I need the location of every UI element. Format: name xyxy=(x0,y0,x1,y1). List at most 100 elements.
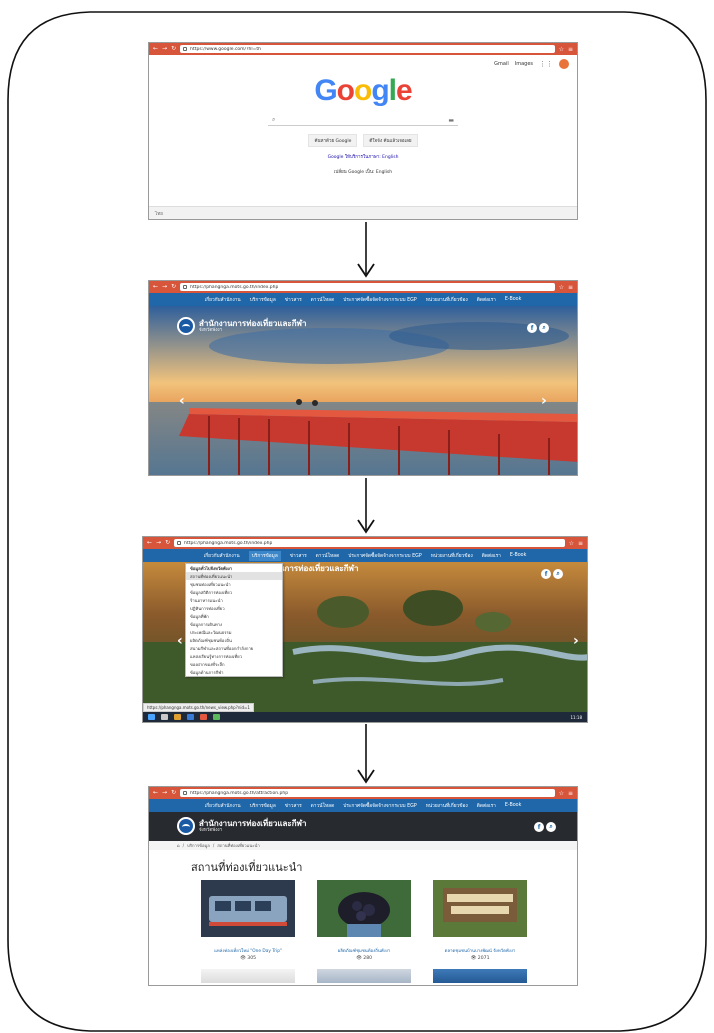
taskbar-app-icon[interactable] xyxy=(187,714,194,720)
nav-ebook[interactable]: E-Book xyxy=(505,297,522,302)
carousel-next-icon[interactable]: › xyxy=(573,633,579,649)
nav-news[interactable]: ข่าวสาร xyxy=(290,552,307,560)
start-icon[interactable] xyxy=(148,714,155,720)
forward-icon[interactable]: → xyxy=(156,537,161,549)
forward-icon[interactable]: → xyxy=(162,787,167,799)
nav-about[interactable]: เกี่ยวกับสำนักงาน xyxy=(205,296,241,304)
carousel-next-icon[interactable]: › xyxy=(541,393,547,409)
nav-contact[interactable]: ติดต่อเรา xyxy=(482,552,501,560)
reload-icon[interactable]: ↻ xyxy=(171,43,176,55)
taskbar-app-icon[interactable] xyxy=(174,714,181,720)
attraction-card[interactable]: ผลิตภัณฑ์ชุมชนท้องถิ่นพังงา 👁 280 xyxy=(317,880,411,961)
menu-icon[interactable]: ≡ xyxy=(568,46,573,53)
nav-agencies[interactable]: หน่วยงานที่เกี่ยวข้อง xyxy=(431,552,473,560)
nav-egp[interactable]: ประกาศจัดซื้อจัดจ้างจากระบบ EGP xyxy=(343,296,417,304)
dropdown-item[interactable]: ผลิตภัณฑ์ชุมชนท้องถิ่น xyxy=(186,636,282,644)
attraction-card-thumbnail[interactable] xyxy=(317,969,411,983)
home-icon[interactable]: ⌂ xyxy=(177,843,180,848)
menu-icon[interactable]: ≡ xyxy=(578,540,583,547)
dropdown-item[interactable]: สนามกีฬาและสถานที่ออกกำลังกาย xyxy=(186,644,282,652)
forward-icon[interactable]: → xyxy=(162,281,167,293)
reload-icon[interactable]: ↻ xyxy=(165,537,170,549)
avatar[interactable] xyxy=(559,59,569,69)
nav-services[interactable]: บริการข้อมูล xyxy=(250,802,276,810)
dropdown-item[interactable]: ประเพณีและวัฒนธรรม xyxy=(186,628,282,636)
site-logo[interactable]: สำนักงานการท่องเที่ยวและกีฬา จังหวัดพังง… xyxy=(177,317,307,335)
nav-egp[interactable]: ประกาศจัดซื้อจัดจ้างจากระบบ EGP xyxy=(343,802,417,810)
nav-ebook[interactable]: E-Book xyxy=(505,803,522,808)
feeling-lucky-button[interactable]: ดีใจจัง ค้นแล้วเจอเลย xyxy=(363,134,418,147)
dropdown-item[interactable]: ชุมชนท่องเที่ยวแนะนำ xyxy=(186,580,282,588)
nav-services[interactable]: บริการข้อมูล xyxy=(248,550,281,561)
site-logo[interactable]: สำนักงานการท่องเที่ยวและกีฬา จังหวัดพังง… xyxy=(177,817,307,835)
address-bar[interactable]: https://phangnga.mots.go.th/index.php xyxy=(174,539,565,547)
back-icon[interactable]: ← xyxy=(147,537,152,549)
menu-icon[interactable]: ≡ xyxy=(568,284,573,291)
bookmark-star-icon[interactable]: ☆ xyxy=(559,284,564,291)
nav-news[interactable]: ข่าวสาร xyxy=(285,296,302,304)
search-icon[interactable]: ⌕ xyxy=(539,323,549,333)
facebook-icon[interactable]: f xyxy=(541,569,551,579)
nav-ebook[interactable]: E-Book xyxy=(510,553,527,558)
nav-agencies[interactable]: หน่วยงานที่เกี่ยวข้อง xyxy=(426,296,468,304)
address-bar[interactable]: https://phangnga.mots.go.th/index.php xyxy=(180,283,555,291)
bookmark-star-icon[interactable]: ☆ xyxy=(559,790,564,797)
address-bar[interactable]: https://phangnga.mots.go.th/attraction.p… xyxy=(180,789,555,797)
google-search-button[interactable]: ค้นหาด้วย Google xyxy=(308,134,358,147)
dropdown-item[interactable]: ปฏิทินการท่องเที่ยว xyxy=(186,604,282,612)
search-icon[interactable]: ⌕ xyxy=(546,822,556,832)
attraction-card[interactable]: แหล่งท่องเที่ยวใหม่ "One Day Trip" 👁 305 xyxy=(201,880,295,961)
menu-icon[interactable]: ≡ xyxy=(568,790,573,797)
nav-contact[interactable]: ติดต่อเรา xyxy=(477,296,496,304)
dropdown-item[interactable]: ข้อมูลสถิติการท่องเที่ยว xyxy=(186,588,282,596)
bookmark-star-icon[interactable]: ☆ xyxy=(559,46,564,53)
nav-downloads[interactable]: ดาวน์โหลด xyxy=(316,552,340,560)
carousel-prev-icon[interactable]: ‹ xyxy=(179,393,185,409)
facebook-icon[interactable]: f xyxy=(527,323,537,333)
reload-icon[interactable]: ↻ xyxy=(171,281,176,293)
nav-services[interactable]: บริการข้อมูล xyxy=(250,296,276,304)
dropdown-item[interactable]: ร้านอาหารแนะนำ xyxy=(186,596,282,604)
taskbar-app-icon[interactable] xyxy=(213,714,220,720)
back-icon[interactable]: ← xyxy=(153,787,158,799)
attraction-card[interactable]: ตลาดชุมชนบ้านบางพัฒน์ จังหวัดพังงา 👁 207… xyxy=(433,880,527,961)
keyboard-icon[interactable]: ▬ xyxy=(448,117,454,124)
card-caption[interactable]: แหล่งท่องเที่ยวใหม่ "One Day Trip" xyxy=(201,947,295,954)
dropdown-item[interactable]: แหล่งเรียนรู้ทางการท่องเที่ยว xyxy=(186,652,282,660)
dropdown-item[interactable]: ข้อมูลการเดินทาง xyxy=(186,620,282,628)
reload-icon[interactable]: ↻ xyxy=(171,787,176,799)
nav-agencies[interactable]: หน่วยงานที่เกี่ยวข้อง xyxy=(426,802,468,810)
carousel-prev-icon[interactable]: ‹ xyxy=(177,633,183,649)
nav-downloads[interactable]: ดาวน์โหลด xyxy=(311,802,335,810)
forward-icon[interactable]: → xyxy=(162,43,167,55)
card-caption[interactable]: ตลาดชุมชนบ้านบางพัฒน์ จังหวัดพังงา xyxy=(433,947,527,954)
address-bar[interactable]: https://www.google.com/?hl=th xyxy=(180,45,555,53)
breadcrumb-services[interactable]: บริการข้อมูล xyxy=(187,842,210,849)
nav-news[interactable]: ข่าวสาร xyxy=(285,802,302,810)
images-link[interactable]: Images xyxy=(515,61,533,67)
dropdown-item[interactable]: ของฝากของที่ระลึก xyxy=(186,660,282,668)
card-caption[interactable]: ผลิตภัณฑ์ชุมชนท้องถิ่นพังงา xyxy=(317,947,411,954)
facebook-icon[interactable]: f xyxy=(534,822,544,832)
back-icon[interactable]: ← xyxy=(153,43,158,55)
google-promo-link[interactable]: Google ให้บริการในภาษา: English xyxy=(149,153,577,160)
dropdown-item[interactable]: ข้อมูลที่พัก xyxy=(186,612,282,620)
language-line[interactable]: เปลี่ยน Google เป็น: English xyxy=(149,168,577,175)
search-icon[interactable]: ⌕ xyxy=(553,569,563,579)
gmail-link[interactable]: Gmail xyxy=(494,61,509,67)
attraction-card-thumbnail[interactable] xyxy=(201,969,295,983)
taskbar-browser-icon[interactable] xyxy=(200,714,207,720)
bookmark-star-icon[interactable]: ☆ xyxy=(569,540,574,547)
back-icon[interactable]: ← xyxy=(153,281,158,293)
dropdown-item-attractions[interactable]: สถานที่ท่องเที่ยวแนะนำ xyxy=(186,572,282,580)
dropdown-item[interactable]: ข้อมูลทั่วไปจังหวัดพังงา xyxy=(186,564,282,572)
nav-downloads[interactable]: ดาวน์โหลด xyxy=(311,296,335,304)
taskbar-app-icon[interactable] xyxy=(161,714,168,720)
attraction-card-thumbnail[interactable] xyxy=(433,969,527,983)
dropdown-item[interactable]: ข้อมูลด้านการกีฬา xyxy=(186,668,282,676)
google-search-input[interactable]: ⌕ ▬ xyxy=(268,115,458,126)
nav-about[interactable]: เกี่ยวกับสำนักงาน xyxy=(204,552,240,560)
apps-grid-icon[interactable]: ⋮⋮ xyxy=(539,60,553,68)
nav-egp[interactable]: ประกาศจัดซื้อจัดจ้างจากระบบ EGP xyxy=(348,552,422,560)
nav-about[interactable]: เกี่ยวกับสำนักงาน xyxy=(205,802,241,810)
